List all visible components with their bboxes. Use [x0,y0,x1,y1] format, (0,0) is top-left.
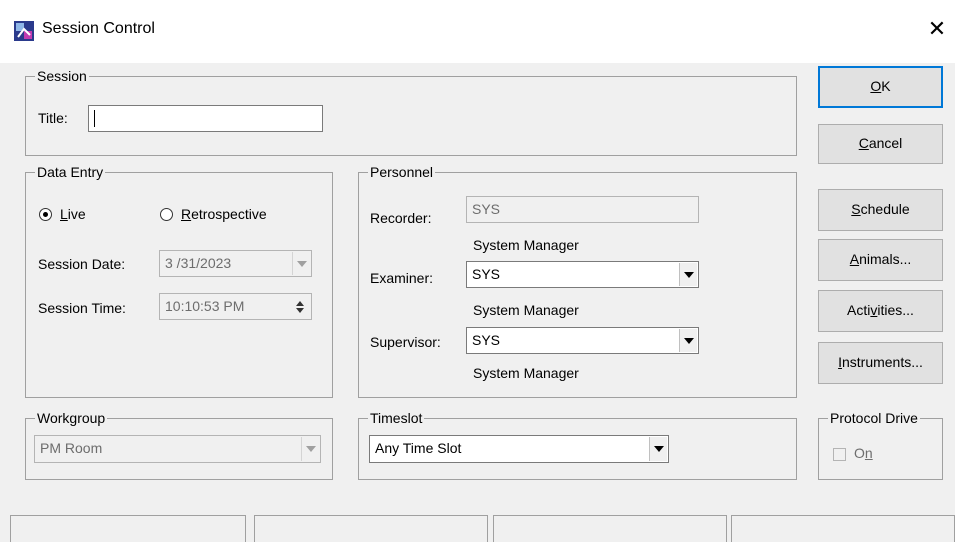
session-control-app-icon[interactable] [14,21,34,41]
activities-button-label: Activities... [847,302,914,318]
animals-button[interactable]: Animals... [818,239,943,281]
timeslot-select[interactable]: Any Time Slot [369,435,669,463]
supervisor-label: Supervisor: [370,334,441,350]
instruments-button-label: Instruments... [838,354,923,370]
session-time-label: Session Time: [38,300,126,316]
live-radio[interactable] [39,208,52,221]
retrospective-radio-label[interactable]: Retrospective [181,206,267,222]
text-caret [94,110,95,127]
session-legend: Session [35,68,89,84]
date-dropdown-button[interactable] [292,252,310,275]
session-date-label: Session Date: [38,256,126,272]
session-time-spinner[interactable]: 10:10:53 PM [159,293,312,320]
status-bar-panel-4 [731,515,955,542]
chevron-down-icon [684,337,694,344]
animals-button-label: Animals... [849,251,912,267]
examiner-dropdown-button[interactable] [679,263,697,286]
activities-button[interactable]: Activities... [818,290,943,332]
session-date-picker[interactable]: 3 /31/2023 [159,250,312,277]
timeslot-legend: Timeslot [368,410,425,426]
examiner-value: SYS [472,266,501,282]
supervisor-dropdown-button[interactable] [679,329,697,352]
recorder-full-name: System Manager [473,237,579,253]
session-date-value: 3 /31/2023 [165,255,232,271]
protocol-drive-on-checkbox[interactable] [833,448,846,461]
chevron-down-icon [297,260,307,267]
protocol-drive-legend: Protocol Drive [828,410,920,426]
on-mnemonic: n [864,445,873,461]
workgroup-dropdown-button[interactable] [301,437,319,461]
data-entry-legend: Data Entry [35,164,106,180]
retrospective-mnemonic: R [181,206,192,222]
timeslot-dropdown-button[interactable] [649,437,667,461]
ok-button-label: OK [870,78,891,94]
workgroup-value: PM Room [40,440,103,456]
supervisor-full-name: System Manager [473,365,579,381]
recorder-label: Recorder: [370,210,432,226]
personnel-legend: Personnel [368,164,436,180]
recorder-field: SYS [466,196,699,223]
ok-button[interactable]: OK [818,66,943,108]
schedule-button[interactable]: Schedule [818,189,943,231]
supervisor-value: SYS [472,332,501,348]
session-title-input[interactable] [88,105,323,132]
chevron-down-icon [684,271,694,278]
close-icon[interactable]: ✕ [922,14,952,44]
cancel-button-label: Cancel [858,135,903,151]
window-title: Session Control [42,20,155,37]
recorder-value: SYS [472,201,501,217]
protocol-drive-on-label[interactable]: On [854,445,873,461]
workgroup-select[interactable]: PM Room [34,435,321,463]
radio-selected-dot [43,212,48,217]
retrospective-radio[interactable] [160,208,173,221]
examiner-label: Examiner: [370,270,434,286]
examiner-full-name: System Manager [473,302,579,318]
session-time-value: 10:10:53 PM [165,298,245,314]
chevron-down-icon [306,446,316,452]
timeslot-value: Any Time Slot [375,440,462,456]
live-label-rest: ive [67,206,86,222]
live-mnemonic: L [60,206,68,222]
cancel-button[interactable]: Cancel [818,124,943,164]
retrospective-label-rest: etrospective [191,206,267,222]
workgroup-legend: Workgroup [35,410,108,426]
title-label: Title: [38,110,68,126]
supervisor-select[interactable]: SYS [466,327,699,354]
on-label-first: O [854,445,865,461]
live-radio-label[interactable]: Live [60,206,86,222]
status-bar-panel-2 [254,515,488,542]
instruments-button[interactable]: Instruments... [818,342,943,384]
chevron-down-icon [654,446,664,452]
status-bar-panel-1 [10,515,246,542]
schedule-button-label: Schedule [851,201,910,217]
examiner-select[interactable]: SYS [466,261,699,288]
status-bar-panel-3 [493,515,727,542]
spin-updown-icon[interactable] [295,299,305,315]
